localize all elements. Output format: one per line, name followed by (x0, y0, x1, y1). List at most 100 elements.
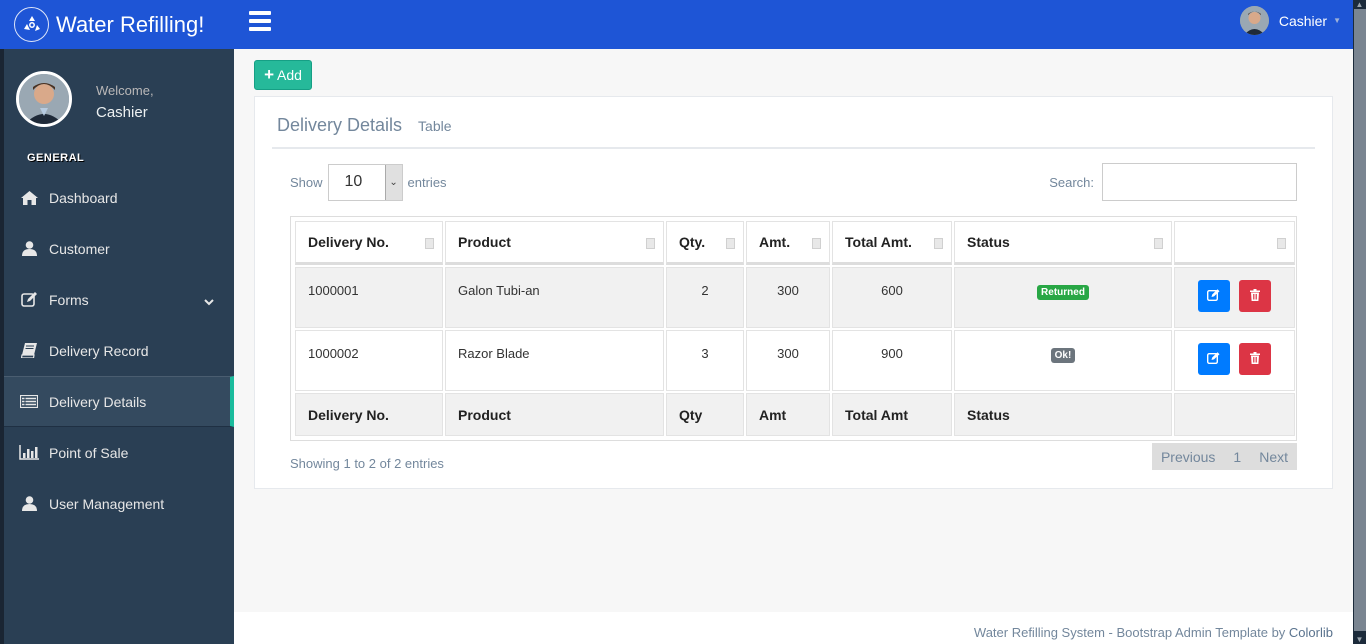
profile: Welcome, Cashier (16, 71, 154, 127)
top-navbar: Water Refilling! Cashier ▼ (0, 0, 1353, 49)
cell-amt: 300 (746, 267, 830, 328)
edit-button[interactable] (1197, 280, 1230, 312)
entries-length-control: Show 10 ⌄ entries (290, 164, 447, 201)
column-header-delivery-no[interactable]: Delivery No. (295, 221, 443, 265)
header-label: Amt. (759, 234, 791, 250)
table-row: 1000001 Galon Tubi-an 2 300 600 Returned (295, 267, 1295, 328)
show-label: Show (290, 175, 323, 190)
avatar (1239, 6, 1269, 35)
divider (272, 147, 1315, 149)
panel-title: Delivery Details Table (277, 115, 452, 136)
chevron-down-icon: ⌄ (384, 165, 402, 200)
sidebar-item-user-management[interactable]: User Management (4, 478, 234, 529)
entries-length-select[interactable]: 10 ⌄ (327, 164, 403, 201)
sidebar-item-customer[interactable]: Customer (4, 223, 234, 274)
cell-actions (1174, 330, 1295, 391)
delete-button[interactable] (1239, 343, 1272, 375)
cell-product: Galon Tubi-an (445, 267, 664, 328)
sort-icon (1277, 238, 1286, 249)
edit-button[interactable] (1197, 343, 1230, 375)
scrollbar-thumb[interactable] (1354, 9, 1366, 631)
status-badge: Ok! (1050, 348, 1076, 363)
trash-icon (1250, 351, 1261, 367)
add-button-label: Add (277, 67, 302, 83)
sidebar-item-label: Point of Sale (49, 444, 129, 461)
hamburger-icon (249, 11, 271, 15)
sidebar-item-label: Delivery Details (49, 393, 147, 410)
caret-down-icon: ▼ (1333, 16, 1341, 25)
main-content: + Add Delivery Details Table Show 10 ⌄ e… (234, 49, 1353, 612)
header-label: Status (967, 234, 1010, 250)
pagination-page-1[interactable]: 1 (1224, 449, 1250, 465)
search-input[interactable] (1102, 163, 1297, 201)
sort-icon (812, 238, 821, 249)
cell-delivery-no: 1000001 (295, 267, 443, 328)
cell-total-amt: 600 (832, 267, 952, 328)
column-header-amt[interactable]: Amt. (746, 221, 830, 265)
add-button[interactable]: + Add (254, 60, 312, 90)
menu-toggle-button[interactable] (249, 11, 271, 33)
edit-icon (1207, 351, 1220, 367)
footer-text: Water Refilling System - Bootstrap Admin… (973, 625, 1289, 640)
list-icon (19, 393, 39, 411)
sidebar-item-delivery-details[interactable]: Delivery Details (4, 376, 234, 427)
sort-icon (425, 238, 434, 249)
sidebar-item-dashboard[interactable]: Dashboard (4, 172, 234, 223)
column-header-qty[interactable]: Qty. (666, 221, 744, 265)
footer-total-amt: Total Amt (832, 393, 952, 436)
edit-icon (19, 291, 39, 309)
home-icon (19, 189, 39, 207)
page-subtitle: Table (418, 118, 452, 134)
cell-total-amt: 900 (832, 330, 952, 391)
search-control: Search: (1049, 163, 1297, 201)
column-header-status[interactable]: Status (954, 221, 1172, 265)
footer-actions (1174, 393, 1295, 436)
sidebar-item-forms[interactable]: Forms (4, 274, 234, 325)
column-header-product[interactable]: Product (445, 221, 664, 265)
header-label: Delivery No. (308, 234, 389, 250)
sidebar-item-point-of-sale[interactable]: Point of Sale (4, 427, 234, 478)
sort-icon (726, 238, 735, 249)
delete-button[interactable] (1239, 280, 1272, 312)
edit-icon (1207, 288, 1220, 304)
profile-avatar (16, 71, 72, 127)
status-badge: Returned (1037, 285, 1089, 300)
chevron-down-icon (204, 293, 214, 309)
footer-status: Status (954, 393, 1172, 436)
user-name: Cashier (1278, 12, 1328, 29)
table-footer-row: Delivery No. Product Qty Amt Total Amt S… (295, 393, 1295, 436)
user-icon (19, 495, 39, 513)
footer: Water Refilling System - Bootstrap Admin… (234, 612, 1353, 644)
sidebar: Welcome, Cashier GENERAL Dashboard Custo… (4, 49, 234, 644)
user-menu-dropdown[interactable]: Cashier ▼ (1239, 6, 1341, 35)
search-label: Search: (1049, 174, 1094, 190)
footer-delivery-no: Delivery No. (295, 393, 443, 436)
recycle-icon (14, 7, 49, 42)
sort-icon (646, 238, 655, 249)
header-label: Product (458, 234, 511, 250)
sidebar-item-delivery-record[interactable]: Delivery Record (4, 325, 234, 376)
column-header-total-amt[interactable]: Total Amt. (832, 221, 952, 265)
sidebar-nav: Dashboard Customer Forms Delivery Record… (4, 172, 234, 529)
hamburger-line (249, 19, 271, 23)
delivery-table-wrapper: Delivery No. Product Qty. Amt. Total Amt… (290, 216, 1297, 441)
scroll-down-icon[interactable]: ▼ (1353, 635, 1366, 644)
footer-link-colorlib[interactable]: Colorlib (1289, 625, 1333, 640)
entries-label: entries (407, 175, 447, 190)
cell-actions (1174, 267, 1295, 328)
page-scrollbar[interactable]: ▲ ▼ (1353, 0, 1366, 644)
brand-title: Water Refilling! (56, 11, 205, 37)
scroll-up-icon[interactable]: ▲ (1353, 0, 1366, 9)
cell-product: Razor Blade (445, 330, 664, 391)
footer-product: Product (445, 393, 664, 436)
cell-qty: 2 (666, 267, 744, 328)
column-header-actions[interactable] (1174, 221, 1295, 265)
delivery-details-panel: Delivery Details Table Show 10 ⌄ entries… (254, 96, 1333, 489)
pagination-next[interactable]: Next (1250, 449, 1297, 465)
pagination-previous[interactable]: Previous (1152, 449, 1224, 465)
brand[interactable]: Water Refilling! (4, 0, 234, 49)
sidebar-item-label: Dashboard (49, 189, 118, 206)
plus-icon: + (264, 65, 274, 84)
table-info: Showing 1 to 2 of 2 entries (290, 456, 444, 471)
sidebar-item-label: User Management (49, 495, 165, 512)
